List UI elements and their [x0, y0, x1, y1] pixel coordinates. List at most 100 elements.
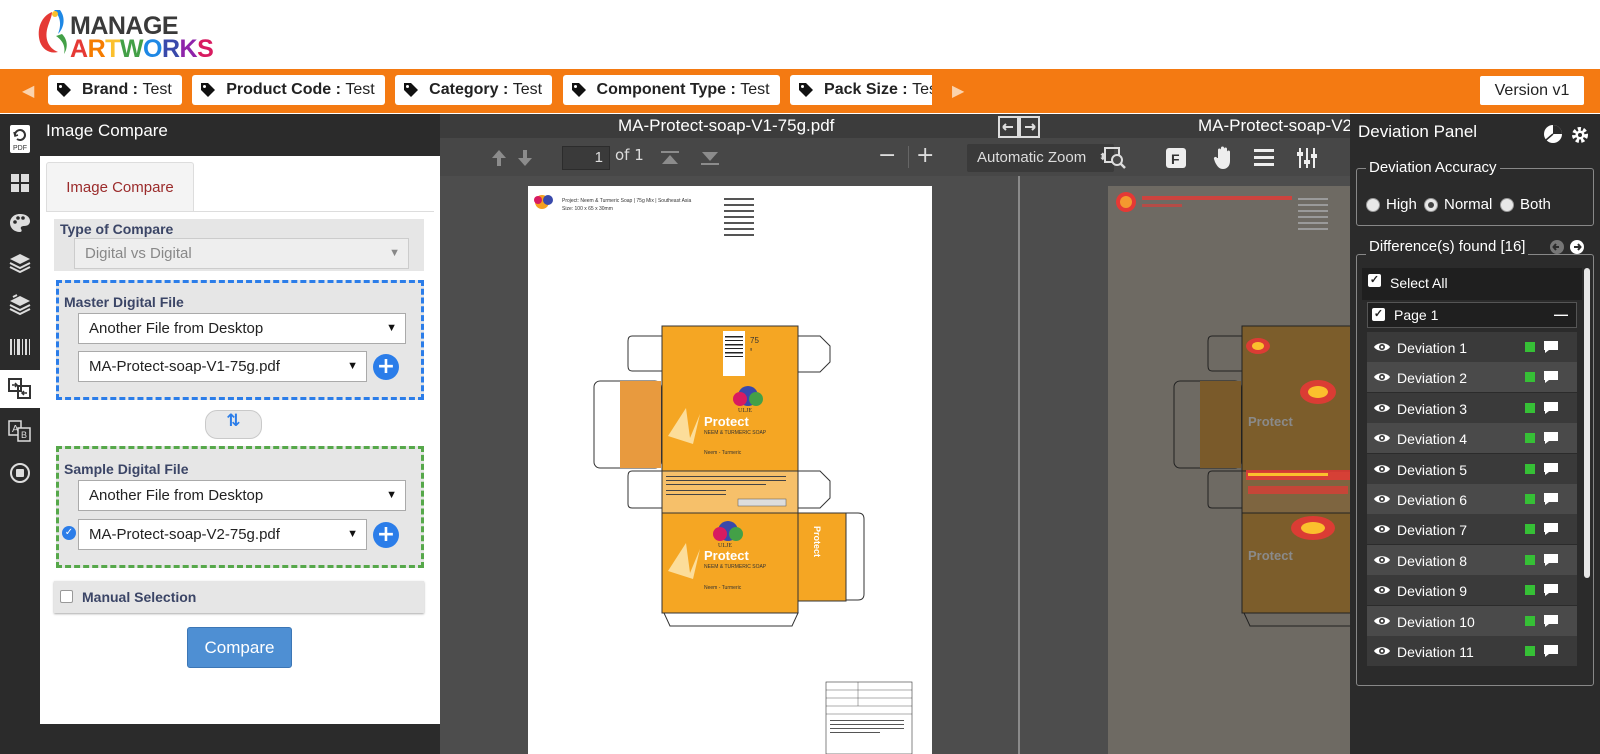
compare-divider[interactable] — [1018, 176, 1020, 754]
tools-sliders-icon[interactable] — [1296, 147, 1318, 169]
pdf-refresh-icon[interactable]: PDF — [0, 120, 40, 158]
last-page-icon[interactable] — [700, 150, 720, 166]
deviation-status-indicator — [1525, 524, 1535, 535]
artwork-subtitle: NEEM & TURMERIC SOAP — [704, 430, 767, 436]
previous-page-icon[interactable] — [490, 148, 508, 168]
image-compare-icon[interactable] — [0, 370, 40, 408]
deviation-row[interactable]: Deviation 4 — [1367, 423, 1577, 454]
deviation-row[interactable]: Deviation 9 — [1367, 575, 1577, 606]
layers-icon[interactable] — [0, 244, 40, 282]
zoom-in-button[interactable]: + — [916, 143, 934, 168]
eye-icon[interactable] — [1373, 493, 1391, 505]
fit-page-icon[interactable]: F — [1165, 147, 1187, 169]
tab-image-compare[interactable]: Image Compare — [46, 162, 194, 212]
menu-icon[interactable] — [1253, 148, 1275, 168]
select-all-row[interactable]: ✓ Select All — [1362, 268, 1582, 300]
tag-value: Test — [345, 81, 375, 98]
comment-icon[interactable] — [1543, 614, 1559, 628]
tags-scroll-right-icon[interactable]: ▶ — [952, 81, 964, 100]
comment-icon[interactable] — [1543, 431, 1559, 445]
deviation-row[interactable]: Deviation 1 — [1367, 332, 1577, 362]
zoom-select[interactable]: Automatic Zoom ⬍ — [967, 144, 1114, 172]
tags-scroll-left-icon[interactable]: ◀ — [22, 81, 34, 100]
logo-letter: W — [119, 35, 144, 63]
comment-icon[interactable] — [1543, 340, 1559, 354]
barcode-icon[interactable] — [0, 328, 40, 366]
manual-selection-checkbox[interactable] — [60, 590, 73, 603]
master-source-select[interactable]: Another File from Desktop ▼ — [78, 313, 406, 344]
eye-icon[interactable] — [1373, 341, 1391, 353]
left-panel-footer — [40, 724, 440, 754]
add-master-file-button[interactable]: + — [373, 354, 399, 380]
pie-chart-icon[interactable] — [1543, 124, 1563, 144]
manage-artworks-logo[interactable]: MANAGE ARTWORKS — [34, 8, 214, 63]
select-all-checkbox[interactable]: ✓ — [1368, 274, 1381, 287]
add-sample-file-button[interactable]: + — [373, 522, 399, 548]
deviation-row[interactable]: Deviation 3 — [1367, 392, 1577, 423]
gear-icon[interactable] — [1569, 124, 1591, 146]
deviation-row[interactable]: Deviation 10 — [1367, 605, 1577, 636]
layers-stack-icon[interactable] — [0, 286, 40, 324]
comment-icon[interactable] — [1543, 462, 1559, 476]
tag-component-type[interactable]: Component Type : Test — [562, 75, 780, 105]
swap-files-button[interactable]: ⇅ — [205, 410, 262, 439]
deviation-row[interactable]: Deviation 6 — [1367, 484, 1577, 514]
sample-file-select[interactable]: MA-Protect-soap-V2-75g.pdf ▼ — [78, 519, 367, 550]
page-group-row[interactable]: ✓ Page 1 — — [1367, 302, 1577, 328]
text-compare-icon[interactable]: AB — [0, 412, 40, 450]
accuracy-option-high[interactable]: High — [1366, 196, 1417, 213]
comment-icon[interactable] — [1543, 401, 1559, 415]
tag-product-code[interactable]: Product Code : Test — [192, 75, 385, 105]
eye-icon[interactable] — [1373, 554, 1391, 566]
deviation-status-indicator — [1525, 402, 1535, 413]
eye-icon[interactable] — [1373, 645, 1391, 657]
tag-pack-size[interactable]: Pack Size : Test — [790, 75, 932, 105]
deviation-row[interactable]: Deviation 11 — [1367, 636, 1577, 666]
chevron-down-icon: ▼ — [347, 528, 358, 540]
comment-icon[interactable] — [1543, 522, 1559, 536]
tag-icon — [404, 83, 419, 97]
comment-icon[interactable] — [1543, 553, 1559, 567]
eye-icon[interactable] — [1373, 402, 1391, 414]
tag-category[interactable]: Category : Test — [395, 75, 553, 105]
eye-icon[interactable] — [1373, 584, 1391, 596]
comment-icon[interactable] — [1543, 370, 1559, 384]
eye-icon[interactable] — [1373, 523, 1391, 535]
first-page-icon[interactable] — [660, 150, 680, 166]
collapse-icon[interactable]: — — [1554, 306, 1568, 322]
deviation-row[interactable]: Deviation 7 — [1367, 514, 1577, 545]
sample-page: Protect Protect — [1108, 186, 1350, 754]
palette-icon[interactable] — [0, 204, 40, 242]
record-icon[interactable] — [0, 454, 40, 492]
sample-source-select[interactable]: Another File from Desktop ▼ — [78, 480, 406, 511]
page-checkbox[interactable]: ✓ — [1372, 308, 1385, 321]
zoom-out-button[interactable]: − — [878, 143, 896, 168]
comment-icon[interactable] — [1543, 644, 1559, 658]
deviation-status-indicator — [1525, 494, 1535, 504]
comment-icon[interactable] — [1543, 583, 1559, 597]
page-number-input[interactable]: 1 — [562, 146, 610, 170]
deviation-row[interactable]: Deviation 5 — [1367, 453, 1577, 484]
tag-brand[interactable]: Brand : Test — [48, 75, 182, 105]
accuracy-option-normal[interactable]: Normal — [1424, 196, 1492, 213]
dashboard-icon[interactable] — [0, 164, 40, 202]
deviation-scrollbar[interactable] — [1584, 268, 1590, 578]
next-page-icon[interactable] — [516, 148, 534, 168]
hand-tool-icon[interactable] — [1213, 146, 1235, 170]
comment-icon[interactable] — [1543, 492, 1559, 506]
accuracy-option-both[interactable]: Both — [1500, 196, 1551, 213]
eye-icon[interactable] — [1373, 371, 1391, 383]
next-difference-icon[interactable] — [1569, 239, 1585, 255]
deviation-row[interactable]: Deviation 2 — [1367, 362, 1577, 393]
previous-difference-icon[interactable] — [1549, 239, 1565, 255]
deviation-row[interactable]: Deviation 8 — [1367, 544, 1577, 575]
eye-icon[interactable] — [1373, 615, 1391, 627]
svg-text:F: F — [1171, 151, 1180, 167]
master-file-select[interactable]: MA-Protect-soap-V1-75g.pdf ▼ — [78, 351, 367, 382]
eye-icon[interactable] — [1373, 432, 1391, 444]
compare-button[interactable]: Compare — [187, 627, 292, 668]
version-button[interactable]: Version v1 — [1480, 76, 1584, 105]
sync-view-icon[interactable] — [998, 116, 1040, 138]
find-zoom-icon[interactable] — [1104, 147, 1126, 169]
eye-icon[interactable] — [1373, 463, 1391, 475]
